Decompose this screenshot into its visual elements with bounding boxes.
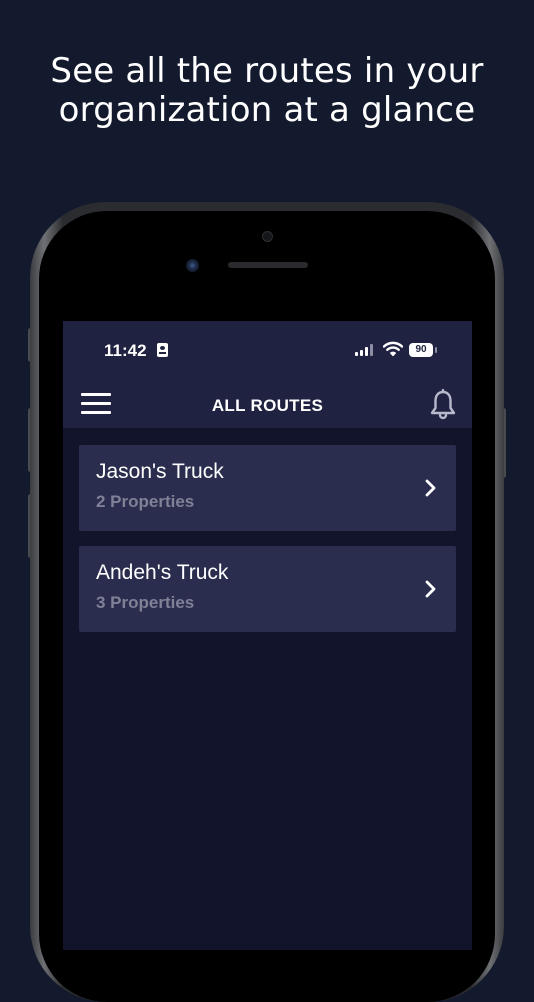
page-title: ALL ROUTES [211,396,324,415]
headline-line-1: See all the routes in your [50,51,484,91]
proximity-sensor [262,231,273,242]
route-card-jason[interactable]: Jason's Truck 2 Properties [79,445,456,531]
route-properties-count: 2 Properties [96,492,195,511]
headline-line-2: organization at a glance [58,90,476,130]
battery-tip [435,347,437,353]
chevron-right-icon [425,479,436,497]
battery-icon: 90 [409,343,433,357]
wifi-icon [383,341,403,357]
route-card-andeh[interactable]: Andeh's Truck 3 Properties [79,546,456,632]
marketing-headline: See all the routes in your organization … [0,52,534,130]
route-name: Jason's Truck [96,460,224,483]
phone-screen: 11:42 90 ALL ROUTES Jason's Truck 2 Prop… [63,321,472,950]
cellular-signal-icon [355,344,375,356]
status-time: 11:42 [104,341,147,360]
route-name: Andeh's Truck [96,561,229,584]
route-properties-count: 3 Properties [96,593,195,612]
front-camera [186,259,199,272]
chevron-right-icon [425,580,436,598]
earpiece-speaker [228,262,308,268]
id-card-icon [157,343,168,357]
top-bar: 11:42 90 ALL ROUTES [63,321,472,428]
bell-icon[interactable] [429,389,457,421]
